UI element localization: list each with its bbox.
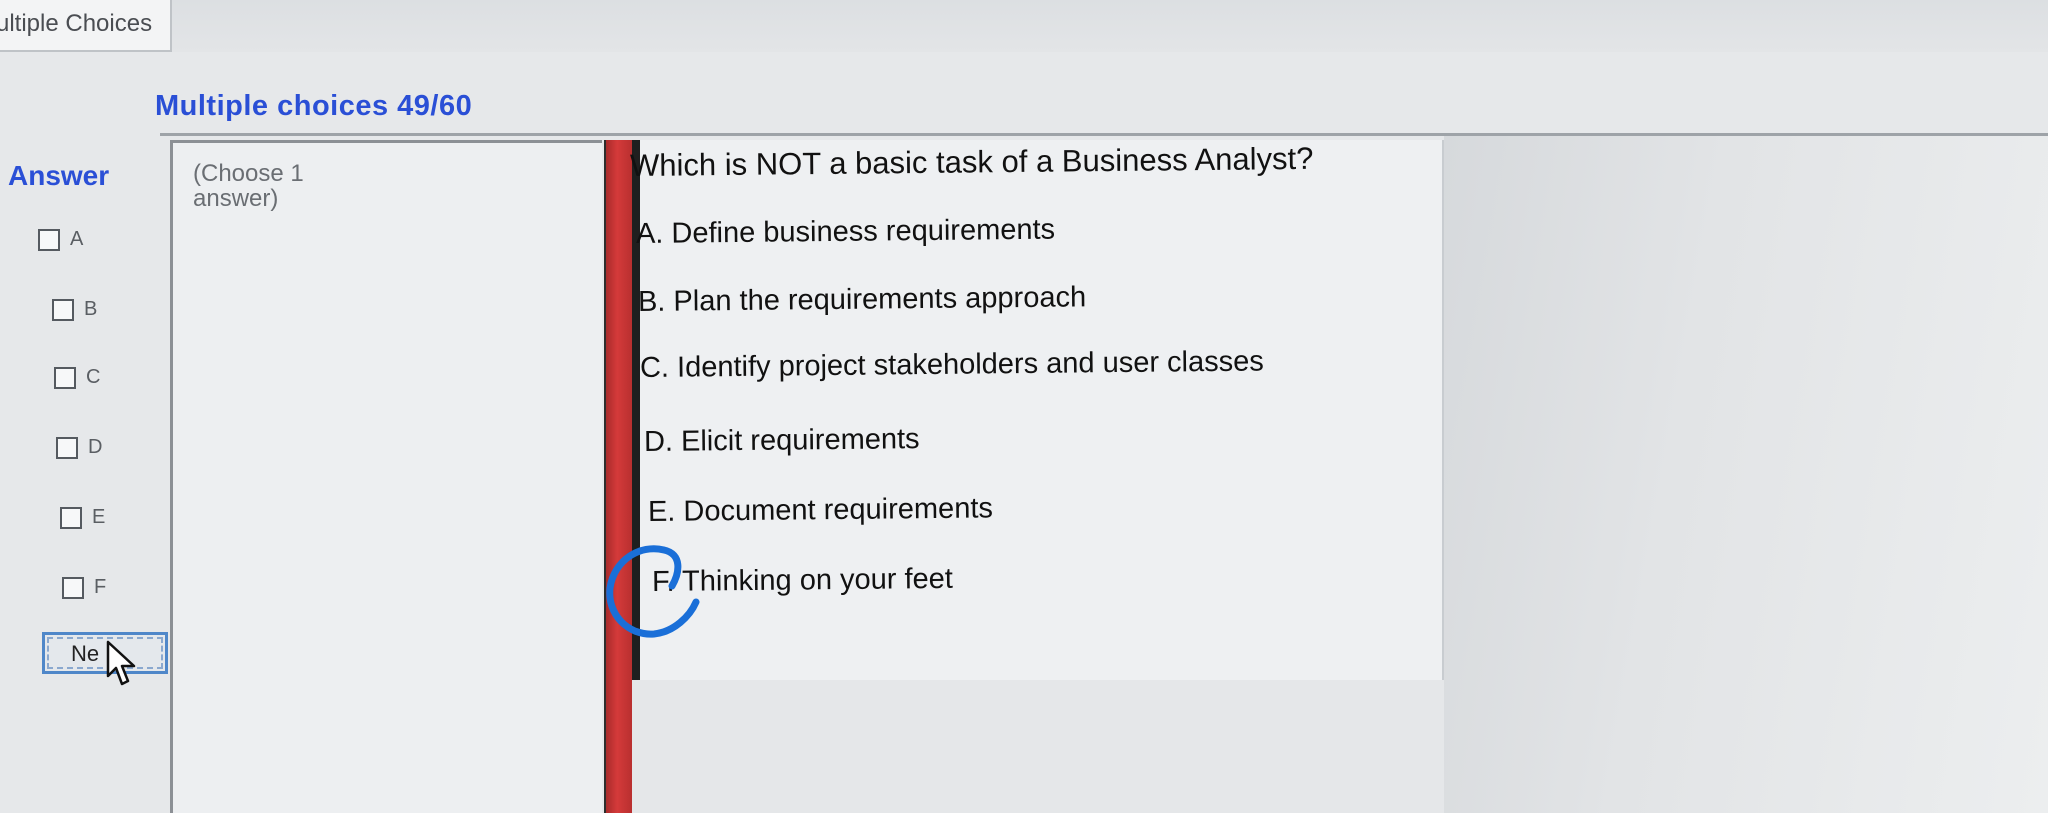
answer-option-e[interactable]: E — [60, 506, 105, 529]
window-title-bar — [172, 0, 2048, 52]
answer-option-f[interactable]: F — [62, 576, 106, 599]
window-tab-label: ultiple Choices — [0, 10, 153, 37]
answer-option-d[interactable]: D — [56, 436, 102, 459]
checkbox-c[interactable] — [54, 366, 76, 389]
answer-option-c[interactable]: C — [54, 366, 100, 389]
checkbox-b[interactable] — [52, 298, 74, 321]
checkbox-d[interactable] — [56, 436, 78, 459]
question-option-d: D. Elicit requirements — [643, 423, 920, 458]
choice-letter-e: E — [92, 506, 106, 528]
window-tab[interactable]: ultiple Choices — [0, 0, 172, 52]
page-title: Multiple choices 49/60 — [155, 90, 473, 122]
choice-letter-d: D — [88, 436, 103, 458]
choice-letter-f: F — [94, 576, 107, 598]
instruction-panel: (Choose 1 answer) — [170, 140, 602, 813]
lower-blank-area — [632, 680, 1444, 813]
question-option-c: C. Identify project stakeholders and use… — [639, 345, 1264, 384]
question-option-a: A. Define business requirements — [635, 213, 1056, 250]
checkbox-a[interactable] — [38, 228, 60, 251]
answer-option-b[interactable]: B — [52, 298, 97, 321]
choice-letter-a: A — [70, 228, 84, 250]
answer-option-a[interactable]: A — [38, 228, 83, 251]
question-option-e: E. Document requirements — [647, 492, 994, 528]
hand-drawn-circle-annotation — [606, 545, 700, 638]
choice-letter-b: B — [84, 298, 98, 320]
right-blank-area — [1444, 136, 2048, 813]
checkbox-f[interactable] — [62, 576, 84, 599]
instruction-text: (Choose 1 answer) — [193, 160, 304, 213]
choice-letter-c: C — [86, 366, 101, 388]
panel-splitter[interactable] — [604, 140, 634, 813]
mouse-pointer-icon — [106, 640, 136, 686]
next-button-label: Ne — [71, 641, 100, 666]
question-text: Which is NOT a basic task of a Business … — [629, 140, 1314, 183]
answer-heading: Answer — [8, 160, 110, 191]
question-option-b: B. Plan the requirements approach — [637, 281, 1087, 318]
checkbox-e[interactable] — [60, 506, 82, 529]
